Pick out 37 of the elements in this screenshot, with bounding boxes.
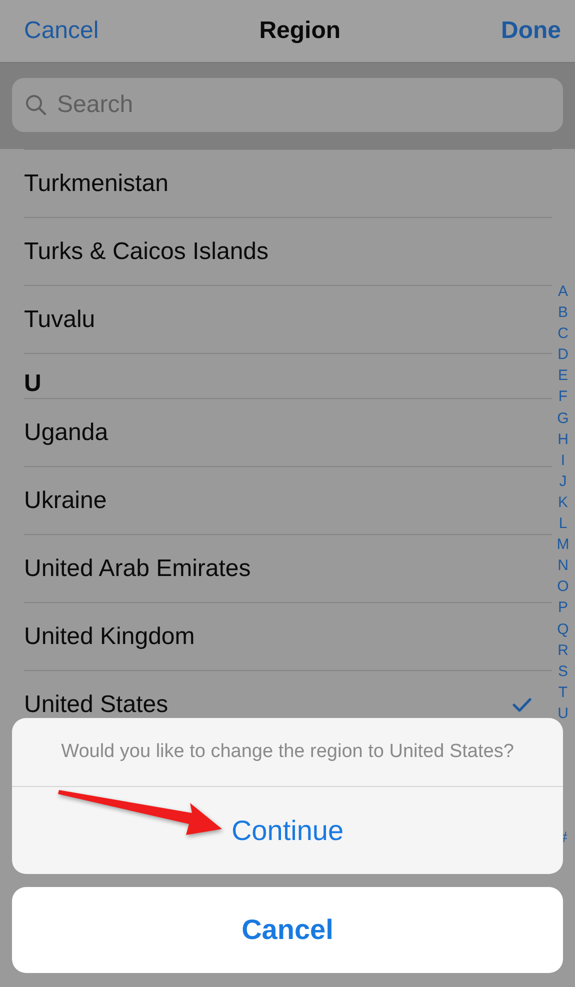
cancel-link[interactable]: Cancel <box>24 17 99 45</box>
index-letter[interactable]: R <box>555 640 571 661</box>
index-letter[interactable]: F <box>555 386 571 408</box>
region-row[interactable]: Turks & Caicos Islands <box>24 217 552 285</box>
alert-message: Would you like to change the region to United States? <box>61 741 514 763</box>
index-letter[interactable]: B <box>555 302 571 324</box>
index-letter[interactable]: Q <box>555 618 571 640</box>
region-row[interactable]: Ukraine <box>24 466 552 534</box>
continue-button[interactable]: Continue <box>12 787 563 874</box>
index-letter[interactable]: M <box>555 534 571 556</box>
region-row[interactable]: Uganda <box>24 398 552 466</box>
index-letter[interactable]: H <box>555 428 571 450</box>
region-row[interactable]: Turkmenistan <box>24 149 552 217</box>
done-link[interactable]: Done <box>500 17 561 45</box>
checkmark-icon <box>512 696 532 712</box>
index-letter[interactable]: D <box>555 344 571 366</box>
index-letter[interactable]: I <box>555 450 571 471</box>
section-header: U <box>24 370 42 398</box>
page-title: Region <box>259 17 341 45</box>
index-letter[interactable]: A <box>555 281 571 302</box>
cancel-button[interactable]: Cancel <box>12 887 563 973</box>
region-row[interactable]: United Arab Emirates <box>24 534 552 602</box>
region-row[interactable]: United Kingdom <box>24 602 552 670</box>
index-letter[interactable]: O <box>555 576 571 598</box>
index-letter[interactable]: K <box>555 492 571 514</box>
index-letter[interactable]: G <box>555 408 571 429</box>
index-letter[interactable]: J <box>555 470 571 492</box>
search-icon <box>25 94 47 116</box>
index-letter[interactable]: C <box>555 323 571 344</box>
index-letter[interactable]: P <box>555 597 571 618</box>
region-row[interactable]: Tuvalu <box>24 285 552 353</box>
index-letter[interactable]: E <box>555 365 571 386</box>
index-letter[interactable]: T <box>555 682 571 703</box>
index-letter[interactable]: N <box>555 555 571 576</box>
index-letter[interactable]: S <box>555 660 571 682</box>
index-letter[interactable]: L <box>555 513 571 534</box>
search-field[interactable]: Search <box>12 78 563 132</box>
